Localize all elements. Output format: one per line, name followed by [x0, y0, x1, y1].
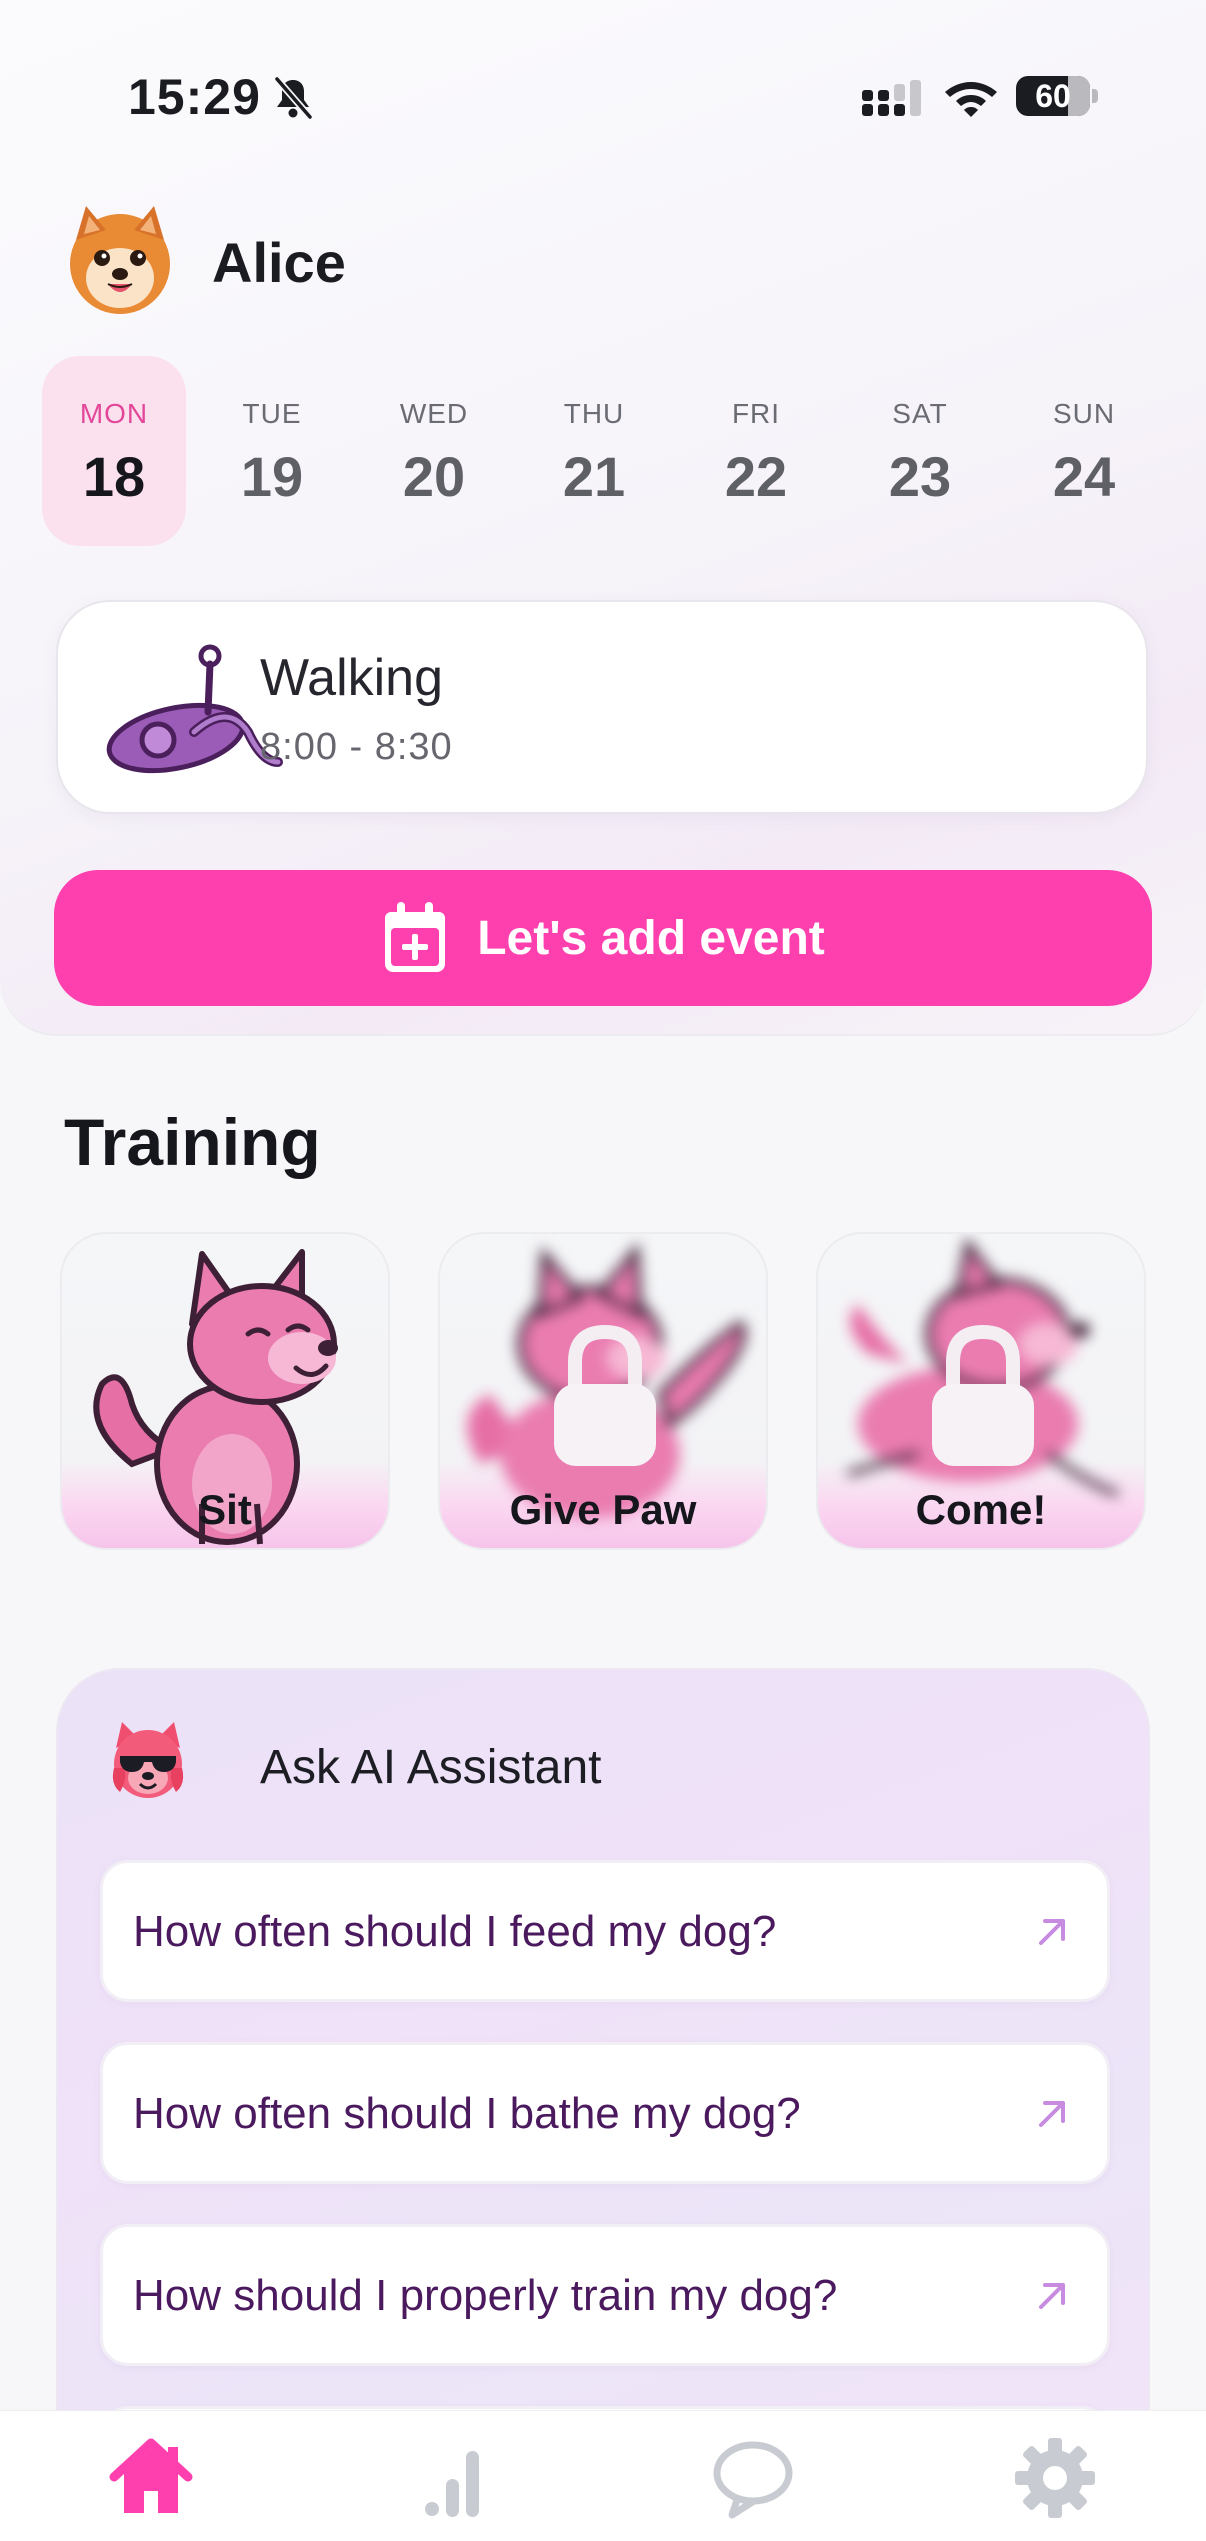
add-event-label: Let's add event [477, 911, 825, 965]
tab-settings[interactable] [1010, 2433, 1100, 2523]
day-sun[interactable]: SUN 24 [1012, 356, 1156, 546]
day-number: 19 [240, 445, 304, 508]
status-time: 15:29 [128, 69, 261, 125]
arrow-up-right-icon [1039, 1919, 1065, 1945]
training-label: Give Paw [509, 1486, 697, 1533]
tab-bar [0, 2410, 1206, 2541]
top-card: 15:29 60 Alice MON 18 TUE 19 WED 20 THU … [0, 0, 1206, 1036]
day-tue[interactable]: TUE 19 [200, 356, 344, 546]
battery-icon: 60 [1016, 76, 1098, 116]
signal-icon [862, 80, 921, 116]
training-card-come[interactable]: Come! [816, 1232, 1146, 1550]
event-time: 8:00 - 8:30 [260, 726, 453, 768]
day-number: 23 [888, 445, 952, 508]
add-event-button[interactable]: Let's add event [54, 870, 1152, 1006]
training-card-sit[interactable]: Sit [60, 1232, 390, 1550]
day-name: THU [563, 398, 625, 429]
day-thu[interactable]: THU 21 [522, 356, 666, 546]
event-title: Walking [260, 649, 444, 707]
tab-chat[interactable] [708, 2433, 798, 2523]
question-text: How often should I bathe my dog? [133, 2089, 801, 2138]
question-text: How often should I feed my dog? [133, 1907, 777, 1956]
dog-sunglasses-icon [112, 1722, 184, 1798]
week-strip: MON 18 TUE 19 WED 20 THU 21 FRI 22 SAT 2… [42, 356, 1164, 546]
wifi-icon [945, 82, 997, 117]
lock-icon [554, 1324, 656, 1466]
pomeranian-avatar-icon [70, 206, 170, 314]
day-number: 22 [724, 445, 788, 508]
question-item-feed[interactable]: How often should I feed my dog? [100, 1860, 1110, 2002]
settings-icon [1015, 2438, 1095, 2518]
day-sat[interactable]: SAT 23 [848, 356, 992, 546]
day-number: 20 [402, 445, 466, 508]
question-item-bathe[interactable]: How often should I bathe my dog? [100, 2042, 1110, 2184]
training-card-give-paw[interactable]: Give Paw [438, 1232, 768, 1550]
day-name: MON [79, 398, 149, 429]
arrow-up-right-icon [1039, 2101, 1065, 2127]
day-name: TUE [242, 398, 302, 429]
day-name: SUN [1052, 398, 1116, 429]
day-name: WED [399, 398, 469, 429]
status-bar: 15:29 60 [0, 0, 1206, 190]
profile-name: Alice [212, 231, 346, 294]
training-label: Come! [915, 1486, 1047, 1533]
calendar-plus-icon [385, 902, 446, 972]
arrow-up-right-icon [1039, 2283, 1065, 2309]
day-wed[interactable]: WED 20 [362, 356, 506, 546]
day-number: 18 [82, 445, 146, 508]
lock-icon [932, 1324, 1034, 1466]
tab-home[interactable] [106, 2433, 196, 2523]
stats-icon [425, 2451, 479, 2517]
event-card[interactable]: Walking 8:00 - 8:30 [56, 600, 1148, 814]
day-mon[interactable]: MON 18 [42, 356, 186, 546]
question-text: How should I properly train my dog? [133, 2271, 838, 2320]
home-icon [109, 2438, 193, 2513]
training-label: Sit [198, 1486, 252, 1533]
day-name: SAT [892, 398, 948, 429]
ai-assistant-title: Ask AI Assistant [260, 1741, 602, 1794]
training-title: Training [64, 1105, 321, 1179]
day-fri[interactable]: FRI 22 [684, 356, 828, 546]
day-name: FRI [731, 398, 781, 429]
question-item-train[interactable]: How should I properly train my dog? [100, 2224, 1110, 2366]
day-number: 21 [562, 445, 626, 508]
bell-slash-icon [274, 76, 313, 120]
battery-level: 60 [1035, 78, 1071, 114]
day-number: 24 [1052, 445, 1116, 508]
tab-stats[interactable] [410, 2433, 500, 2523]
chat-icon [713, 2441, 793, 2519]
